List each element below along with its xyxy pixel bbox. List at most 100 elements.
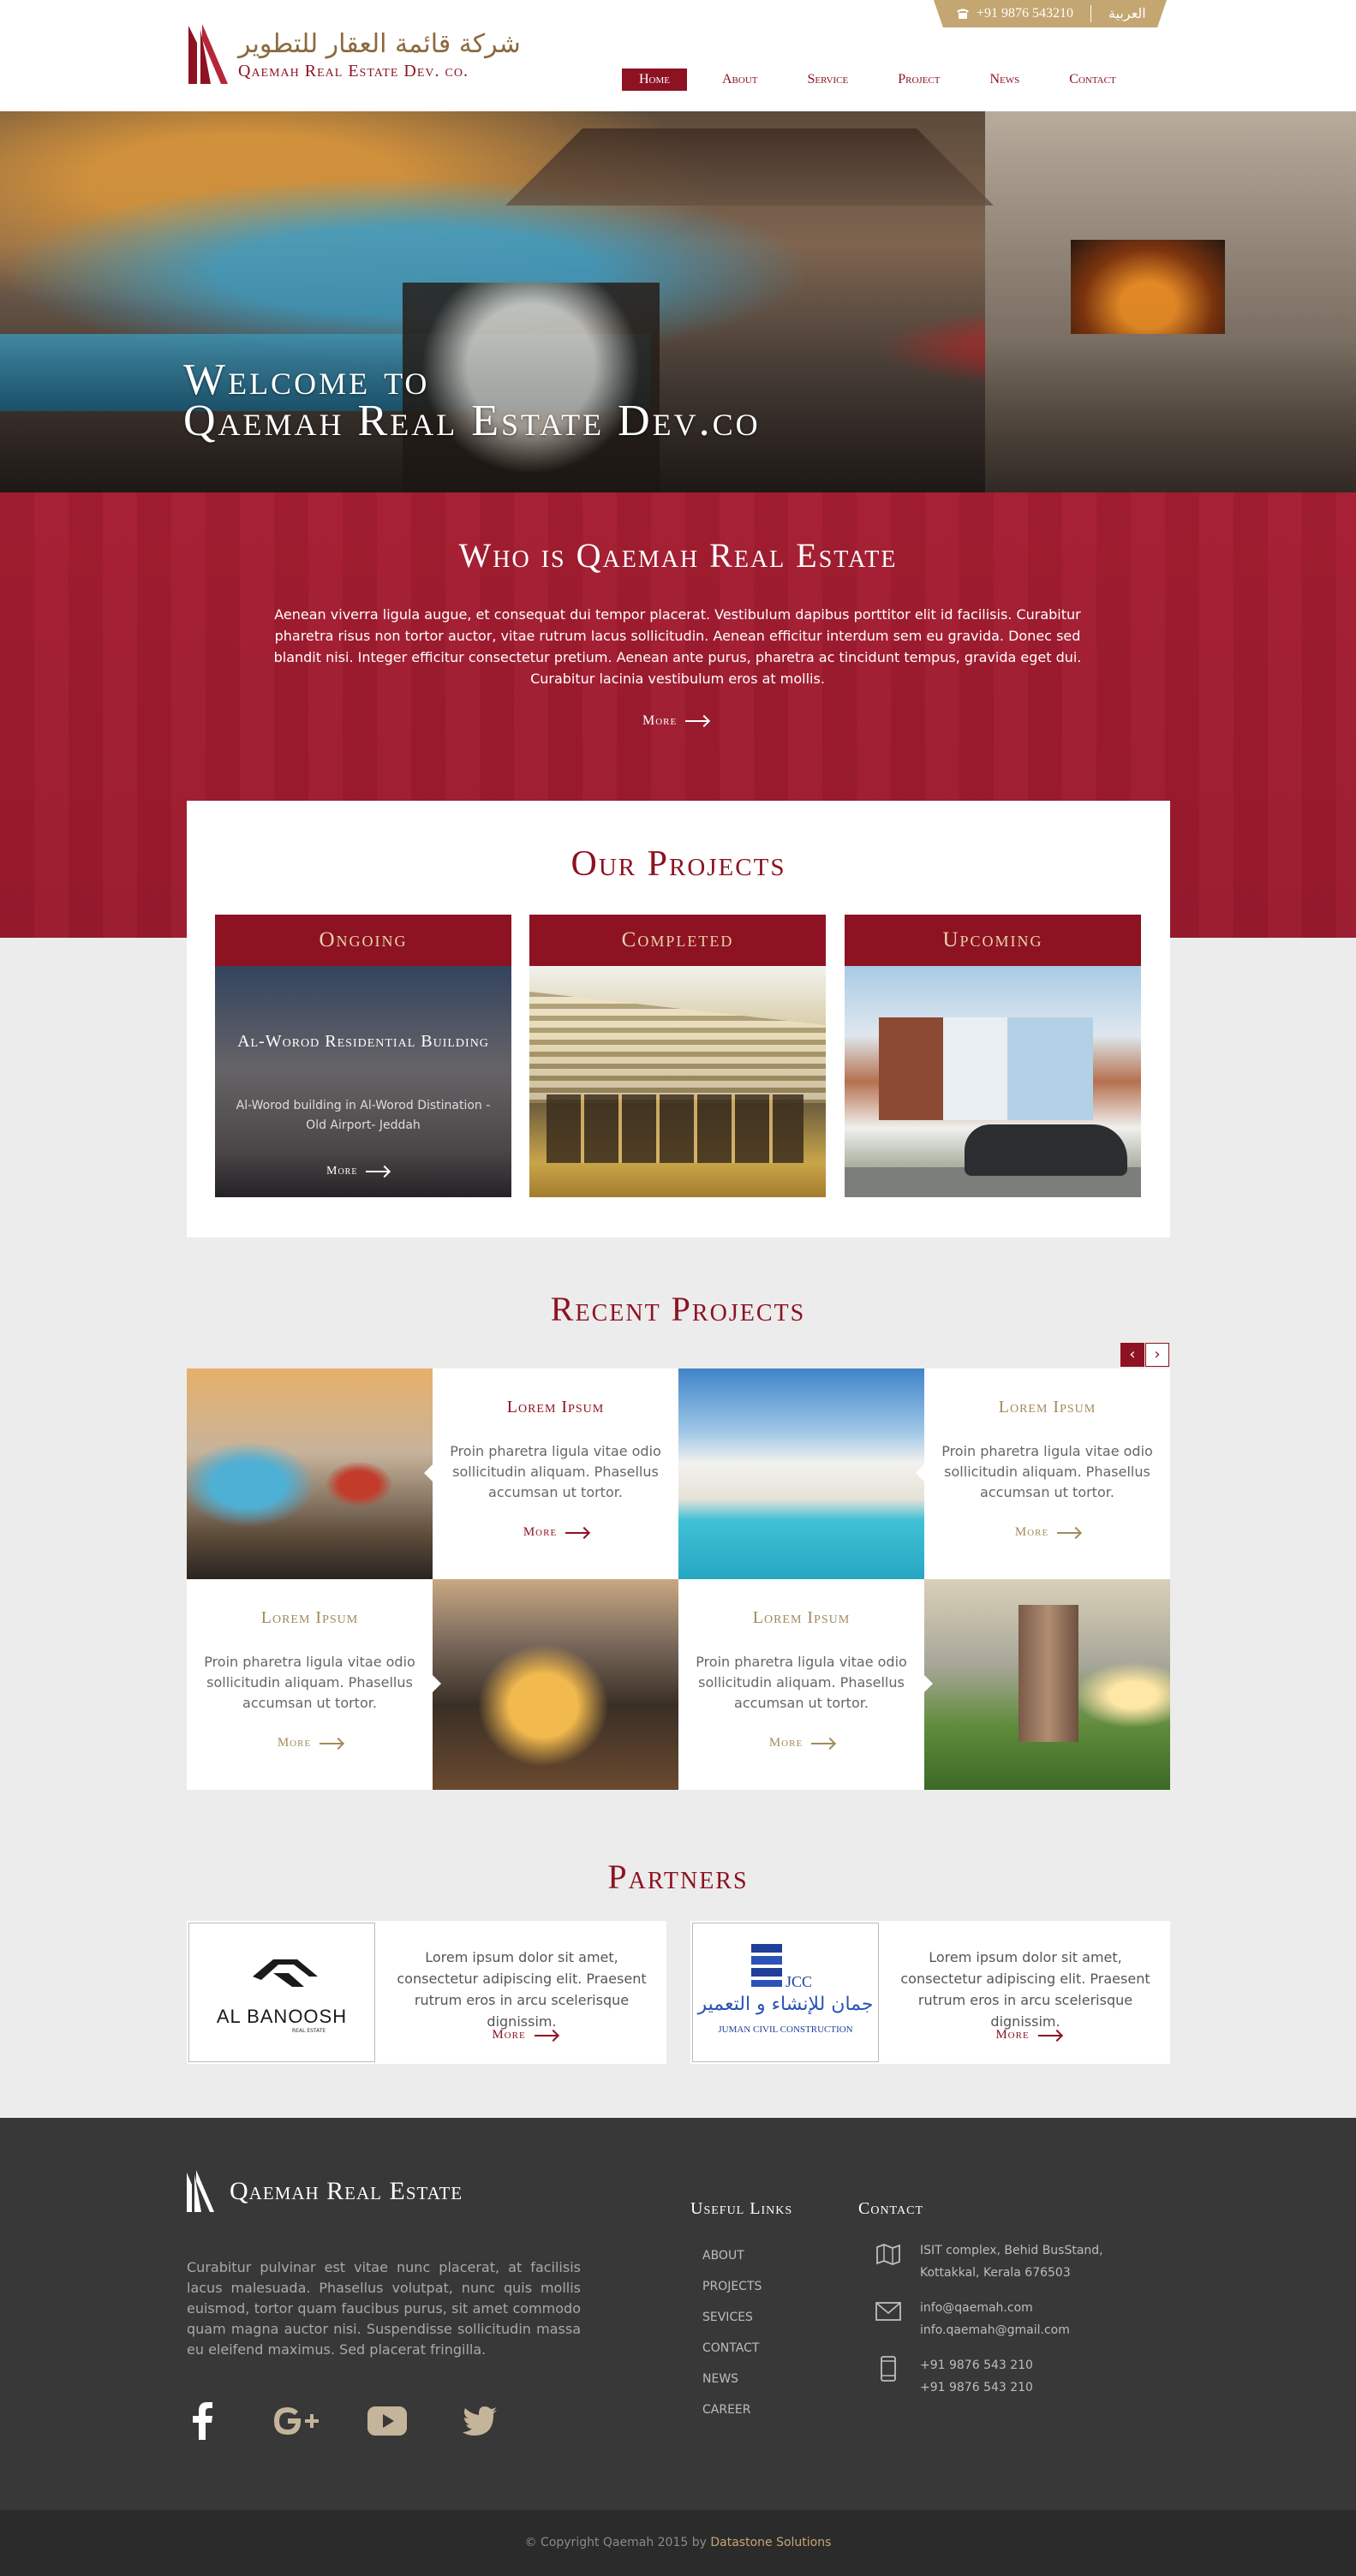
project-image-ongoing: Al-Worod Residential Building Al-Worod b… [215, 966, 511, 1197]
top-contact-bar: +91 9876 543210 العربية [934, 0, 1167, 27]
main-nav: Home About Service Project News Contact [622, 69, 1132, 91]
contact-phone: +91 9876 543 210 +91 9876 543 210 [875, 2354, 1033, 2399]
email-line[interactable]: info@qaemah.com [920, 2297, 1070, 2319]
recent-project-card: Lorem Ipsum Proin pharetra ligula vitae … [424, 1368, 678, 1579]
recent-project-card: Lorem Ipsum Proin pharetra ligula vitae … [916, 1368, 1170, 1579]
recent-project-more-link[interactable]: More [523, 1525, 588, 1540]
about-title: Who is Qaemah Real Estate [458, 536, 898, 575]
footer-link-projects[interactable]: PROJECTS [702, 2271, 762, 2302]
footer-link-about[interactable]: ABOUT [702, 2240, 762, 2271]
project-more-link[interactable]: More [326, 1165, 389, 1178]
mobile-icon [875, 2356, 901, 2382]
phone-line[interactable]: +91 9876 543 210 [920, 2376, 1033, 2399]
site-logo[interactable]: شركة قائمة العقار للتطوير Qaemah Real Es… [185, 22, 521, 91]
nav-service[interactable]: Service [791, 69, 865, 91]
credit-link[interactable]: Datastone Solutions [710, 2536, 831, 2549]
google-plus-icon[interactable] [272, 2402, 320, 2440]
nav-project[interactable]: Project [881, 69, 956, 91]
youtube-icon[interactable] [367, 2402, 408, 2440]
address-line: Kottakkal, Kerala 676503 [920, 2266, 1071, 2280]
header-phone[interactable]: +91 9876 543210 [934, 5, 1091, 22]
copyright-text: © Copyright Qaemah 2015 by [524, 2536, 707, 2549]
phone-number: +91 9876 543210 [977, 6, 1074, 21]
address-line: ISIT complex, Behid BusStand, [920, 2244, 1103, 2257]
our-projects-section: Our Projects Ongoing Al-Worod Residentia… [187, 801, 1170, 1237]
recent-project-title: Lorem Ipsum [260, 1608, 359, 1627]
logo-arabic-text: شركة قائمة العقار للتطوير [238, 29, 521, 59]
photo-storefront [547, 1094, 803, 1163]
footer-about-text: Curabitur pulvinar est vitae nunc placer… [187, 2259, 581, 2358]
project-overlay-title: Al-Worod Residential Building [237, 1032, 489, 1051]
footer-link-career[interactable]: CAREER [702, 2394, 762, 2425]
hero-title-line2: Qaemah Real Estate Dev.co [183, 397, 761, 445]
partner-logo-text: JCC [786, 1973, 813, 1990]
arrow-right-icon [320, 1742, 343, 1744]
hero-banner: Welcome to Qaemah Real Estate Dev.co [0, 111, 1356, 492]
jcc-logo-icon [751, 1944, 782, 1987]
footer-link-news[interactable]: NEWS [702, 2364, 762, 2394]
recent-project-text: Proin pharetra ligula vitae odio sollici… [696, 1654, 907, 1711]
email-line[interactable]: info.qaemah@gmail.com [920, 2319, 1070, 2341]
photo-canopy [529, 992, 826, 1103]
recent-project-text: Proin pharetra ligula vitae odio sollici… [941, 1443, 1153, 1500]
useful-links-title: Useful Links [690, 2199, 793, 2218]
partner-more-link[interactable]: More [187, 2028, 666, 2042]
contact-email: info@qaemah.com info.qaemah@gmail.com [875, 2297, 1070, 2341]
project-card-upcoming[interactable]: Upcoming [845, 915, 1141, 1197]
partner-card: AL BANOOSH REAL ESTATE Lorem ipsum dolor… [187, 1921, 666, 2064]
recent-project-title: Lorem Ipsum [998, 1398, 1096, 1416]
arrow-right-icon [811, 1742, 834, 1744]
partner-more-link[interactable]: More [690, 2028, 1170, 2042]
footer-logo-mark-icon [187, 2170, 214, 2212]
recent-project-image[interactable] [678, 1368, 924, 1579]
arrow-right-icon [1037, 2034, 1060, 2036]
nav-home[interactable]: Home [622, 69, 687, 91]
project-card-completed[interactable]: Completed [529, 915, 826, 1197]
recent-project-more-link[interactable]: More [278, 1736, 343, 1750]
contact-title: Contact [858, 2199, 923, 2218]
nav-contact[interactable]: Contact [1053, 69, 1132, 91]
recent-project-card: Lorem Ipsum Proin pharetra ligula vitae … [187, 1579, 441, 1790]
recent-project-title: Lorem Ipsum [752, 1608, 851, 1627]
facebook-icon[interactable] [190, 2402, 216, 2440]
language-switch[interactable]: العربية [1091, 5, 1146, 22]
photo-tower [1018, 1605, 1078, 1742]
recent-project-image[interactable] [187, 1368, 433, 1579]
nav-about[interactable]: About [706, 69, 774, 91]
twitter-icon[interactable] [461, 2402, 499, 2440]
more-label: More [642, 713, 678, 728]
hero-title: Welcome to Qaemah Real Estate Dev.co [183, 358, 761, 445]
nav-news[interactable]: News [974, 69, 1036, 91]
footer-link-services[interactable]: SEVICES [702, 2302, 762, 2333]
project-card-ongoing[interactable]: Ongoing Al-Worod Residential Building Al… [215, 915, 511, 1197]
phone-line[interactable]: +91 9876 543 210 [920, 2354, 1033, 2376]
recent-project-image[interactable] [924, 1579, 1170, 1790]
recent-project-title: Lorem Ipsum [506, 1398, 605, 1416]
partner-logo-text: AL BANOOSH [216, 2006, 348, 2027]
footer-logo[interactable]: Qaemah Real Estate [185, 2169, 463, 2214]
site-footer: Qaemah Real Estate Curabitur pulvinar es… [0, 2118, 1356, 2510]
slider-prev-button[interactable]: ‹ [1120, 1343, 1144, 1367]
project-overlay [215, 966, 511, 1197]
recent-project-more-link[interactable]: More [1015, 1525, 1080, 1540]
photo-car [965, 1124, 1127, 1176]
logo-english-text: Qaemah Real Estate Dev. co. [238, 62, 469, 80]
recent-project-more-link[interactable]: More [768, 1736, 834, 1750]
partner-text: Lorem ipsum dolor sit amet, consectetur … [397, 1949, 647, 2030]
partner-logo-arabic: جمان للإنشاء و التعمير [697, 1994, 874, 2015]
more-label: More [768, 1736, 803, 1750]
recent-projects-grid: Lorem Ipsum Proin pharetra ligula vitae … [187, 1368, 1170, 1790]
recent-project-text: Proin pharetra ligula vitae odio sollici… [450, 1443, 661, 1500]
about-more-link[interactable]: More [642, 713, 708, 729]
photo-building [879, 1017, 1093, 1120]
partners-title: Partners [607, 1857, 749, 1896]
arrow-right-icon [565, 1531, 588, 1534]
footer-link-contact[interactable]: CONTACT [702, 2333, 762, 2364]
about-text: Aenean viverra ligula augue, et consequa… [273, 606, 1082, 687]
useful-links-list: ABOUT PROJECTS SEVICES CONTACT NEWS CARE… [702, 2240, 762, 2425]
slider-next-button[interactable]: › [1145, 1343, 1169, 1367]
project-card-label: Completed [529, 915, 826, 966]
logo-mark-icon [188, 24, 228, 84]
recent-project-image[interactable] [433, 1579, 678, 1790]
our-projects-title: Our Projects [570, 844, 786, 884]
